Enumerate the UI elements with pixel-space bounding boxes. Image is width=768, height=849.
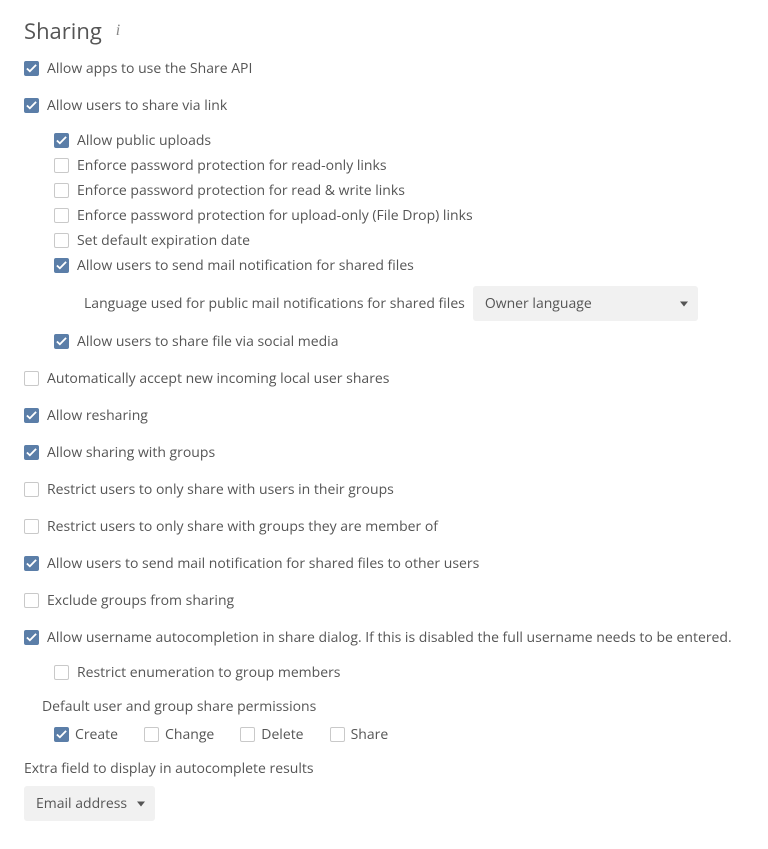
info-icon[interactable]: i [116, 22, 120, 40]
option-restrict-enum: Restrict enumeration to group members [54, 662, 744, 683]
checkbox-restrict-groups-member[interactable] [24, 519, 39, 534]
option-pw-readwrite: Enforce password protection for read & w… [54, 180, 744, 201]
label-share-via-link[interactable]: Allow users to share via link [47, 95, 227, 116]
label-mail-notif[interactable]: Allow users to send mail notification fo… [77, 255, 414, 276]
label-autocomplete[interactable]: Allow username autocompletion in share d… [47, 627, 732, 648]
option-default-expire: Set default expiration date [54, 230, 744, 251]
checkbox-pw-uploadonly[interactable] [54, 208, 69, 223]
option-share-via-link: Allow users to share via link [24, 95, 744, 116]
option-share-groups: Allow sharing with groups [24, 442, 744, 463]
checkbox-perm-change[interactable] [144, 727, 159, 742]
label-restrict-users-groups[interactable]: Restrict users to only share with users … [47, 479, 394, 500]
label-pw-uploadonly[interactable]: Enforce password protection for upload-o… [77, 205, 473, 226]
permissions-row: Create Change Delete Share [54, 724, 744, 745]
label-restrict-groups-member[interactable]: Restrict users to only share with groups… [47, 516, 438, 537]
option-social-media: Allow users to share file via social med… [54, 331, 744, 352]
checkbox-resharing[interactable] [24, 408, 39, 423]
checkbox-exclude-groups[interactable] [24, 593, 39, 608]
label-pw-readwrite[interactable]: Enforce password protection for read & w… [77, 180, 405, 201]
label-auto-accept[interactable]: Automatically accept new incoming local … [47, 368, 389, 389]
option-auto-accept: Automatically accept new incoming local … [24, 368, 744, 389]
chevron-down-icon [680, 301, 688, 306]
label-perm-delete[interactable]: Delete [261, 724, 303, 745]
label-exclude-groups[interactable]: Exclude groups from sharing [47, 590, 234, 611]
label-restrict-enum[interactable]: Restrict enumeration to group members [77, 662, 340, 683]
checkbox-share-via-link[interactable] [24, 98, 39, 113]
checkbox-auto-accept[interactable] [24, 371, 39, 386]
row-language-select: Language used for public mail notificati… [84, 286, 744, 321]
checkbox-public-uploads[interactable] [54, 133, 69, 148]
checkbox-restrict-enum[interactable] [54, 665, 69, 680]
label-share-groups[interactable]: Allow sharing with groups [47, 442, 215, 463]
label-share-api[interactable]: Allow apps to use the Share API [47, 58, 252, 79]
option-restrict-users-groups: Restrict users to only share with users … [24, 479, 744, 500]
select-extra-field-value: Email address [36, 794, 127, 813]
option-perm-share: Share [330, 724, 389, 745]
option-autocomplete: Allow username autocompletion in share d… [24, 627, 744, 648]
option-perm-delete: Delete [240, 724, 303, 745]
label-perm-create[interactable]: Create [75, 724, 118, 745]
label-default-perms: Default user and group share permissions [42, 697, 744, 716]
option-pw-uploadonly: Enforce password protection for upload-o… [54, 205, 744, 226]
checkbox-share-api[interactable] [24, 61, 39, 76]
option-pw-readonly: Enforce password protection for read-onl… [54, 155, 744, 176]
select-language[interactable]: Owner language [473, 286, 698, 321]
chevron-down-icon [137, 801, 145, 806]
checkbox-mail-notif[interactable] [54, 258, 69, 273]
label-social-media[interactable]: Allow users to share file via social med… [77, 331, 339, 352]
label-language: Language used for public mail notificati… [84, 294, 465, 313]
checkbox-mail-other-users[interactable] [24, 556, 39, 571]
title-text: Sharing [24, 16, 102, 46]
option-perm-change: Change [144, 724, 214, 745]
option-mail-notif: Allow users to send mail notification fo… [54, 255, 744, 276]
label-perm-share[interactable]: Share [351, 724, 389, 745]
option-public-uploads: Allow public uploads [54, 130, 744, 151]
label-extra-field: Extra field to display in autocomplete r… [24, 759, 744, 778]
checkbox-restrict-users-groups[interactable] [24, 482, 39, 497]
checkbox-social-media[interactable] [54, 334, 69, 349]
option-restrict-groups-member: Restrict users to only share with groups… [24, 516, 744, 537]
checkbox-pw-readonly[interactable] [54, 158, 69, 173]
checkbox-share-groups[interactable] [24, 445, 39, 460]
label-perm-change[interactable]: Change [165, 724, 214, 745]
option-mail-other-users: Allow users to send mail notification fo… [24, 553, 744, 574]
checkbox-default-expire[interactable] [54, 233, 69, 248]
label-mail-other-users[interactable]: Allow users to send mail notification fo… [47, 553, 479, 574]
label-resharing[interactable]: Allow resharing [47, 405, 148, 426]
checkbox-perm-create[interactable] [54, 727, 69, 742]
select-language-value: Owner language [485, 294, 592, 313]
label-pw-readonly[interactable]: Enforce password protection for read-onl… [77, 155, 387, 176]
select-extra-field[interactable]: Email address [24, 786, 155, 821]
checkbox-autocomplete[interactable] [24, 630, 39, 645]
label-default-expire[interactable]: Set default expiration date [77, 230, 250, 251]
option-perm-create: Create [54, 724, 118, 745]
checkbox-perm-share[interactable] [330, 727, 345, 742]
label-public-uploads[interactable]: Allow public uploads [77, 130, 211, 151]
option-share-api: Allow apps to use the Share API [24, 58, 744, 79]
checkbox-perm-delete[interactable] [240, 727, 255, 742]
checkbox-pw-readwrite[interactable] [54, 183, 69, 198]
option-resharing: Allow resharing [24, 405, 744, 426]
page-title: Sharing i [24, 16, 744, 46]
option-exclude-groups: Exclude groups from sharing [24, 590, 744, 611]
